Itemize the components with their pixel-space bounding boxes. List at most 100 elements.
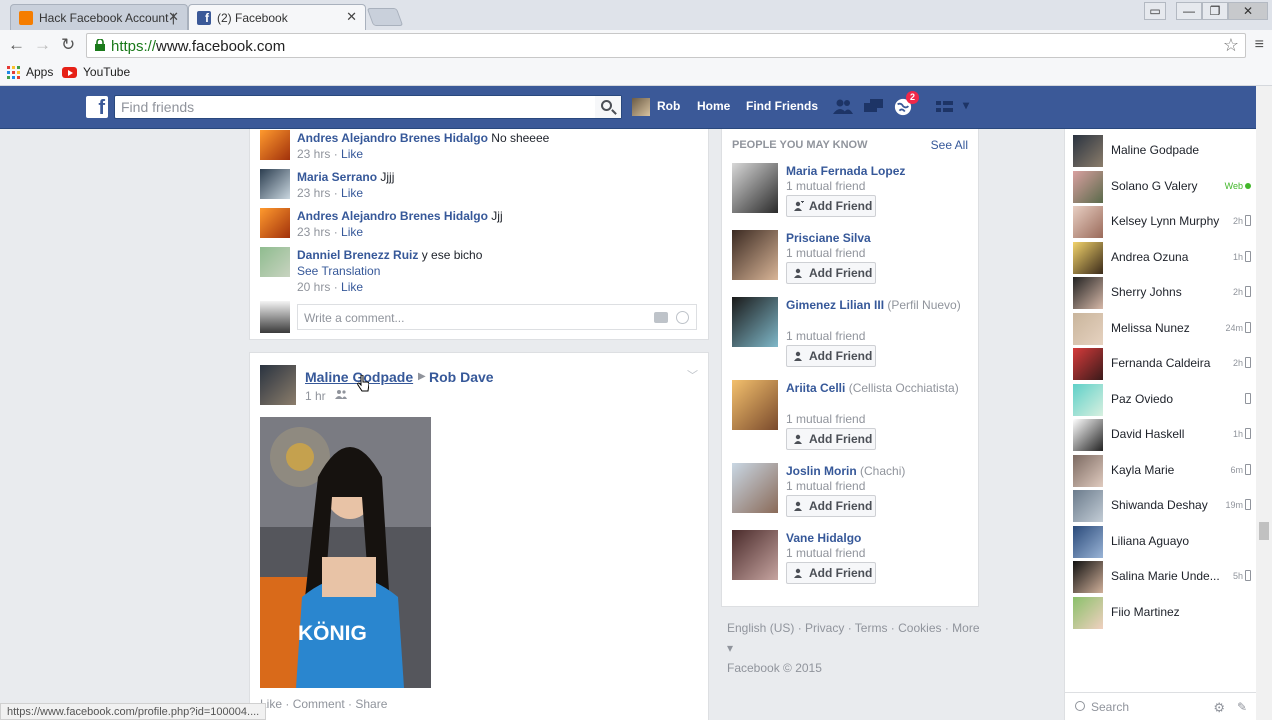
post-options-chevron-icon[interactable]: ﹀: [687, 367, 698, 383]
mutual-friends[interactable]: 1 mutual friend: [786, 329, 865, 343]
like-link[interactable]: Like: [341, 225, 363, 239]
bookmark-star-icon[interactable]: ☆: [1223, 35, 1239, 56]
write-comment-input[interactable]: Write a comment...: [297, 304, 697, 330]
emoji-icon[interactable]: [676, 311, 689, 324]
person-photo[interactable]: [732, 530, 778, 580]
compose-icon[interactable]: ✎: [1237, 700, 1247, 714]
scrollbar-thumb[interactable]: [1259, 522, 1269, 540]
gear-icon[interactable]: ⚙: [1213, 700, 1225, 716]
mutual-friends[interactable]: 1 mutual friend: [786, 546, 865, 560]
tab-label: (2) Facebook: [217, 10, 288, 25]
like-link[interactable]: Like: [341, 147, 363, 161]
person-photo[interactable]: [732, 163, 778, 213]
add-friend-button[interactable]: Add Friend: [786, 428, 876, 450]
close-window-button[interactable]: ✕: [1228, 2, 1268, 20]
commenter-name[interactable]: Andres Alejandro Brenes Hidalgo: [297, 209, 488, 223]
chat-contact[interactable]: Melissa Nunez 24m: [1073, 312, 1253, 345]
chrome-menu-icon[interactable]: ≡: [1255, 36, 1264, 54]
tab-hack-facebook[interactable]: Hack Facebook Account | ✕: [10, 4, 188, 30]
person-photo[interactable]: [732, 230, 778, 280]
add-friend-button[interactable]: Add Friend: [786, 262, 876, 284]
privacy-shortcuts-icon[interactable]: [936, 98, 956, 116]
commenter-avatar[interactable]: [260, 130, 290, 160]
chat-contact[interactable]: Paz Oviedo: [1073, 383, 1253, 416]
find-friends-input[interactable]: [115, 96, 585, 118]
restore-button[interactable]: ❐: [1202, 2, 1228, 20]
chat-contact[interactable]: Fiio Martinez: [1073, 596, 1253, 629]
person-name[interactable]: Vane Hidalgo: [786, 531, 861, 545]
chat-contact[interactable]: Maline Godpade: [1073, 134, 1253, 167]
see-all-link[interactable]: See All: [931, 138, 968, 152]
omnibox[interactable]: https://www.facebook.com ☆: [86, 33, 1246, 58]
friend-requests-icon[interactable]: [833, 98, 853, 116]
contact-avatar: [1073, 561, 1103, 593]
post-photo[interactable]: KÖNIG: [260, 417, 431, 688]
post-target-link[interactable]: Rob Dave: [429, 369, 494, 385]
chat-search[interactable]: Search ⚙ ✎: [1065, 692, 1257, 720]
post-timestamp[interactable]: 1 hr: [305, 389, 326, 403]
commenter-name[interactable]: Maria Serrano: [297, 170, 377, 184]
bookmark-youtube[interactable]: YouTube: [62, 65, 130, 79]
mutual-friends[interactable]: 1 mutual friend: [786, 479, 865, 493]
commenter-avatar[interactable]: [260, 169, 290, 199]
reload-icon[interactable]: ↻: [61, 35, 75, 55]
chat-contact[interactable]: Salina Marie Unde... 5h: [1073, 560, 1253, 593]
post-author-avatar[interactable]: [260, 365, 296, 405]
address-bar: ← → ↻ https://www.facebook.com ☆ ≡: [0, 30, 1272, 60]
see-translation-link[interactable]: See Translation: [297, 263, 697, 279]
search-button[interactable]: [595, 96, 621, 118]
mutual-friends[interactable]: 1 mutual friend: [786, 246, 865, 260]
camera-icon[interactable]: [654, 312, 668, 323]
add-friend-button[interactable]: Add Friend: [786, 562, 876, 584]
mutual-friends[interactable]: 1 mutual friend: [786, 179, 865, 193]
home-link[interactable]: Home: [697, 99, 730, 113]
commenter-name[interactable]: Andres Alejandro Brenes Hidalgo: [297, 131, 488, 145]
commenter-name[interactable]: Danniel Brenezz Ruiz: [297, 248, 418, 262]
like-link[interactable]: Like: [341, 186, 363, 200]
friends-audience-icon[interactable]: [335, 389, 347, 399]
chat-contact[interactable]: Kelsey Lynn Murphy 2h: [1073, 205, 1253, 238]
page-scrollbar[interactable]: [1256, 86, 1272, 720]
facebook-logo-icon[interactable]: f: [86, 96, 108, 118]
person-name[interactable]: Prisciane Silva: [786, 231, 871, 245]
person-photo[interactable]: [732, 297, 778, 347]
commenter-avatar[interactable]: [260, 247, 290, 277]
profile-avatar[interactable]: [632, 98, 650, 116]
chat-contact[interactable]: Andrea Ozuna 1h: [1073, 241, 1253, 274]
add-friend-button[interactable]: Add Friend: [786, 195, 876, 217]
back-icon[interactable]: ←: [8, 35, 25, 55]
person-photo[interactable]: [732, 380, 778, 430]
messages-icon[interactable]: [864, 98, 884, 116]
find-friends-link[interactable]: Find Friends: [746, 99, 818, 113]
chat-contact[interactable]: David Haskell 1h: [1073, 418, 1253, 451]
chat-contact[interactable]: Sherry Johns 2h: [1073, 276, 1253, 309]
person-name[interactable]: Ariita Celli: [786, 381, 845, 395]
footer-links[interactable]: English (US) · Privacy · Terms · Cookies…: [727, 618, 987, 658]
person-photo[interactable]: [732, 463, 778, 513]
person-name[interactable]: Gimenez Lilian III: [786, 298, 884, 312]
chat-contact[interactable]: Shiwanda Deshay 19m: [1073, 489, 1253, 522]
chat-contact[interactable]: Kayla Marie 6m: [1073, 454, 1253, 487]
chat-contact[interactable]: Fernanda Caldeira 2h: [1073, 347, 1253, 380]
user-icon[interactable]: ▭: [1144, 2, 1166, 20]
add-friend-button[interactable]: Add Friend: [786, 345, 876, 367]
person-name[interactable]: Maria Fernada Lopez: [786, 164, 905, 178]
person-name[interactable]: Joslin Morin: [786, 464, 857, 478]
account-dropdown-icon[interactable]: ▾: [963, 98, 969, 112]
new-tab-button[interactable]: [366, 8, 404, 26]
comment-post-link[interactable]: Comment: [293, 697, 345, 711]
chat-contact[interactable]: Liliana Aguayo: [1073, 525, 1253, 558]
add-friend-button[interactable]: Add Friend: [786, 495, 876, 517]
minimize-button[interactable]: —: [1176, 2, 1202, 20]
mutual-friends[interactable]: 1 mutual friend: [786, 412, 865, 426]
share-post-link[interactable]: Share: [355, 697, 387, 711]
chat-contact[interactable]: Solano G Valery Web: [1073, 170, 1253, 203]
bookmark-apps[interactable]: Apps: [7, 65, 53, 79]
forward-icon[interactable]: →: [34, 35, 51, 55]
close-tab-icon[interactable]: ✕: [168, 9, 179, 25]
like-link[interactable]: Like: [341, 280, 363, 294]
commenter-avatar[interactable]: [260, 208, 290, 238]
close-tab-icon[interactable]: ✕: [346, 9, 357, 25]
profile-link[interactable]: Rob: [657, 99, 680, 113]
tab-facebook[interactable]: f (2) Facebook ✕: [188, 4, 366, 30]
